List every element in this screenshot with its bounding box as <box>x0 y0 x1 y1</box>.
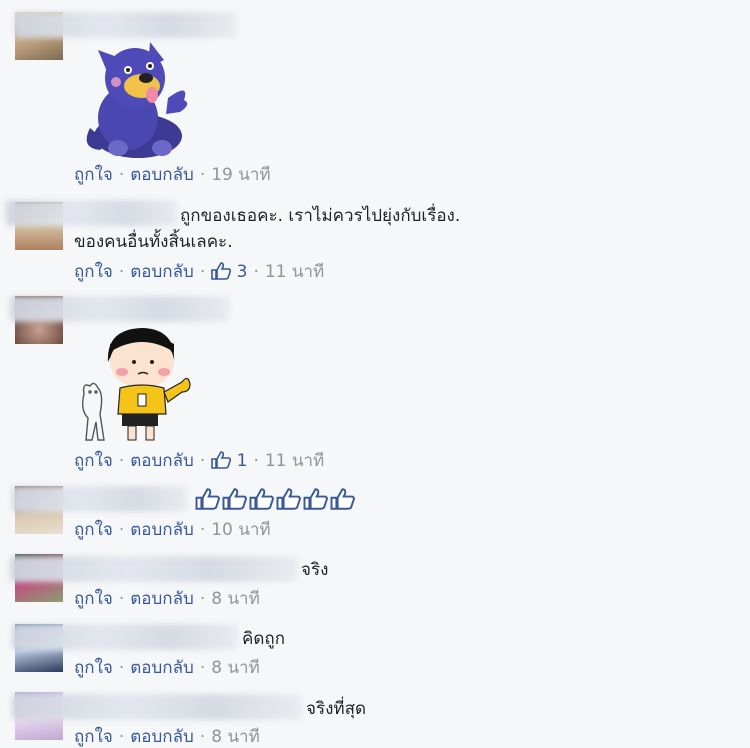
timestamp[interactable]: 8 นาที <box>211 658 260 678</box>
reply-link[interactable]: ตอบกลับ <box>130 589 194 609</box>
girl-sticker <box>81 328 191 441</box>
timestamp[interactable]: 10 นาที <box>211 520 270 540</box>
thumbs-up-icon[interactable] <box>211 262 232 280</box>
comment-actions: ถูกใจ · ตอบกลับ · 3 · 11 นาที <box>74 262 325 282</box>
timestamp[interactable]: 11 นาที <box>265 262 324 282</box>
comment-text: จริงที่สุด <box>306 699 367 719</box>
thumbs-up-emoji-row <box>194 488 356 514</box>
like-link[interactable]: ถูกใจ <box>74 262 113 282</box>
comment-text-line-1: ถูกของเธอคะ. เราไม่ควรไปยุ่งกับเรื่อง. <box>180 206 461 226</box>
like-count[interactable]: 1 <box>237 451 248 471</box>
comment-actions: ถูกใจ · ตอบกลับ · 8 นาที <box>74 727 260 747</box>
thumbs-up-icon <box>276 488 301 510</box>
thumbs-up-icon[interactable] <box>211 451 232 469</box>
thumbs-up-icon <box>330 488 355 510</box>
comment-actions: ถูกใจ · ตอบกลับ · 8 นาที <box>74 589 260 609</box>
commenter-name[interactable] <box>10 296 230 322</box>
timestamp[interactable]: 8 นาที <box>211 589 260 609</box>
comment-text: คิดถูก <box>242 629 285 649</box>
like-link[interactable]: ถูกใจ <box>74 451 113 471</box>
commenter-name[interactable] <box>15 12 237 38</box>
like-link[interactable]: ถูกใจ <box>74 589 113 609</box>
like-link[interactable]: ถูกใจ <box>74 165 113 185</box>
like-link[interactable]: ถูกใจ <box>74 658 113 678</box>
like-count[interactable]: 3 <box>237 262 248 282</box>
comment-text: จริง <box>301 560 329 580</box>
thumbs-up-icon <box>303 488 328 510</box>
reply-link[interactable]: ตอบกลับ <box>130 727 194 747</box>
thumbs-up-icon <box>249 488 274 510</box>
commenter-name[interactable] <box>12 624 238 650</box>
comment-text-line-2: ของคนอื่นทั้งสิ้นเลคะ. <box>74 232 233 252</box>
timestamp[interactable]: 11 นาที <box>265 451 324 471</box>
comment-actions: ถูกใจ · ตอบกลับ · 1 · 11 นาที <box>74 451 325 471</box>
reply-link[interactable]: ตอบกลับ <box>130 520 194 540</box>
comment-actions: ถูกใจ · ตอบกลับ · 10 นาที <box>74 520 271 540</box>
thumbs-up-icon <box>222 488 247 510</box>
commenter-name[interactable] <box>12 694 302 720</box>
timestamp[interactable]: 19 นาที <box>211 165 270 185</box>
comment-actions: ถูกใจ · ตอบกลับ · 19 นาที <box>74 165 271 185</box>
commenter-name[interactable] <box>12 486 188 512</box>
purple-dog-sticker <box>86 42 188 158</box>
like-link[interactable]: ถูกใจ <box>74 727 113 747</box>
commenter-name[interactable] <box>6 200 178 226</box>
thumbs-up-icon <box>195 488 220 510</box>
commenter-name[interactable] <box>10 556 298 582</box>
comment-actions: ถูกใจ · ตอบกลับ · 8 นาที <box>74 658 260 678</box>
timestamp[interactable]: 8 นาที <box>211 727 260 747</box>
like-link[interactable]: ถูกใจ <box>74 520 113 540</box>
reply-link[interactable]: ตอบกลับ <box>130 165 194 185</box>
reply-link[interactable]: ตอบกลับ <box>130 451 194 471</box>
reply-link[interactable]: ตอบกลับ <box>130 658 194 678</box>
reply-link[interactable]: ตอบกลับ <box>130 262 194 282</box>
